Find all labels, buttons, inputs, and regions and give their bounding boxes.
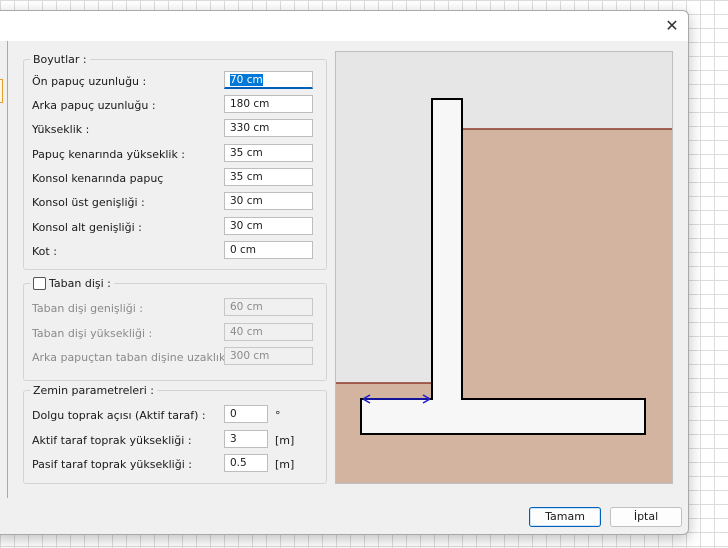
boyutlar-title: Boyutlar : bbox=[30, 53, 90, 66]
field-label: Konsol alt genişliği : bbox=[32, 221, 142, 234]
boyutlar-group: Boyutlar : Ön papuç uzunluğu : 70 cm Ark… bbox=[23, 53, 327, 270]
field-papuc-kenar: Papuç kenarında yükseklik : 35 cm bbox=[24, 144, 326, 164]
unit-label: [m] bbox=[275, 434, 295, 447]
field-on-papuc: Ön papuç uzunluğu : 70 cm bbox=[24, 71, 326, 91]
zemin-title: Zemin parametreleri : bbox=[30, 384, 157, 397]
field-yukseklik: Yükseklik : 330 cm bbox=[24, 119, 326, 139]
title-bar: ✕ bbox=[0, 11, 688, 41]
field-aktif-yukseklik: Aktif taraf toprak yüksekliği : 3 [m] bbox=[24, 430, 326, 450]
side-tab[interactable] bbox=[0, 79, 3, 103]
field-konsol-ust: Konsol üst genişliği : 30 cm bbox=[24, 192, 326, 212]
taban-disi-title: Taban dişi : bbox=[49, 277, 111, 290]
pasif-yukseklik-input[interactable]: 0.5 bbox=[224, 454, 268, 472]
field-label: Arka papuç uzunluğu : bbox=[32, 99, 156, 112]
field-label: Pasif taraf toprak yüksekliği : bbox=[32, 458, 192, 471]
kot-input[interactable]: 0 cm bbox=[224, 241, 313, 259]
field-label: Ön papuç uzunluğu : bbox=[32, 75, 147, 88]
field-label: Dolgu toprak açısı (Aktif taraf) : bbox=[32, 409, 206, 422]
field-pasif-yukseklik: Pasif taraf toprak yüksekliği : 0.5 [m] bbox=[24, 454, 326, 474]
konsol-ust-input[interactable]: 30 cm bbox=[224, 192, 313, 210]
retaining-wall-dialog: ✕ Boyutlar : Ön papuç uzunluğu : 70 cm A… bbox=[0, 10, 689, 535]
ok-button[interactable]: Tamam bbox=[529, 507, 601, 527]
field-taban-uzaklik: Arka papuçtan taban dişine uzaklık : 300… bbox=[24, 347, 326, 367]
cancel-button[interactable]: İptal bbox=[610, 507, 682, 527]
field-taban-genislik: Taban dişi genişliği : 60 cm bbox=[24, 298, 326, 318]
taban-disi-yukseklik-input[interactable]: 40 cm bbox=[224, 323, 313, 341]
taban-disi-header: Taban dişi : bbox=[30, 277, 114, 290]
field-label: Aktif taraf toprak yüksekliği : bbox=[32, 434, 192, 447]
field-kot: Kot : 0 cm bbox=[24, 241, 326, 261]
field-label: Papuç kenarında yükseklik : bbox=[32, 148, 186, 161]
field-taban-yukseklik: Taban dişi yüksekliği : 40 cm bbox=[24, 323, 326, 343]
field-label: Konsol üst genişliği : bbox=[32, 196, 145, 209]
field-dolgu-aci: Dolgu toprak açısı (Aktif taraf) : 0 ° bbox=[24, 405, 326, 425]
wall-preview-svg bbox=[336, 52, 672, 483]
unit-label: ° bbox=[275, 409, 281, 422]
field-label: Yükseklik : bbox=[32, 123, 90, 136]
left-side-panel bbox=[0, 41, 8, 507]
papuc-kenar-yukseklik-input[interactable]: 35 cm bbox=[224, 144, 313, 162]
taban-disi-checkbox[interactable] bbox=[33, 277, 46, 290]
konsol-alt-input[interactable]: 30 cm bbox=[224, 217, 313, 235]
field-label: Arka papuçtan taban dişine uzaklık : bbox=[32, 351, 233, 364]
field-label: Taban dişi yüksekliği : bbox=[32, 327, 153, 340]
field-label: Kot : bbox=[32, 245, 57, 258]
dolgu-aci-input[interactable]: 0 bbox=[224, 405, 268, 423]
field-label: Konsol kenarında papuç bbox=[32, 172, 164, 185]
close-icon[interactable]: ✕ bbox=[660, 14, 684, 38]
taban-disi-group: Taban dişi : Taban dişi genişliği : 60 c… bbox=[23, 277, 327, 381]
konsol-kenar-papuc-input[interactable]: 35 cm bbox=[224, 168, 313, 186]
arka-papuc-input[interactable]: 180 cm bbox=[224, 95, 313, 113]
taban-disi-uzaklik-input[interactable]: 300 cm bbox=[224, 347, 313, 365]
taban-disi-genislik-input[interactable]: 60 cm bbox=[224, 298, 313, 316]
field-konsol-kenar: Konsol kenarında papuç 35 cm bbox=[24, 168, 326, 188]
field-label: Taban dişi genişliği : bbox=[32, 302, 144, 315]
unit-label: [m] bbox=[275, 458, 295, 471]
yukseklik-input[interactable]: 330 cm bbox=[224, 119, 313, 137]
on-papuc-input[interactable]: 70 cm bbox=[224, 71, 313, 89]
zemin-group: Zemin parametreleri : Dolgu toprak açısı… bbox=[23, 384, 327, 484]
field-konsol-alt: Konsol alt genişliği : 30 cm bbox=[24, 217, 326, 237]
wall-preview bbox=[335, 51, 673, 484]
field-arka-papuc: Arka papuç uzunluğu : 180 cm bbox=[24, 95, 326, 115]
aktif-yukseklik-input[interactable]: 3 bbox=[224, 430, 268, 448]
